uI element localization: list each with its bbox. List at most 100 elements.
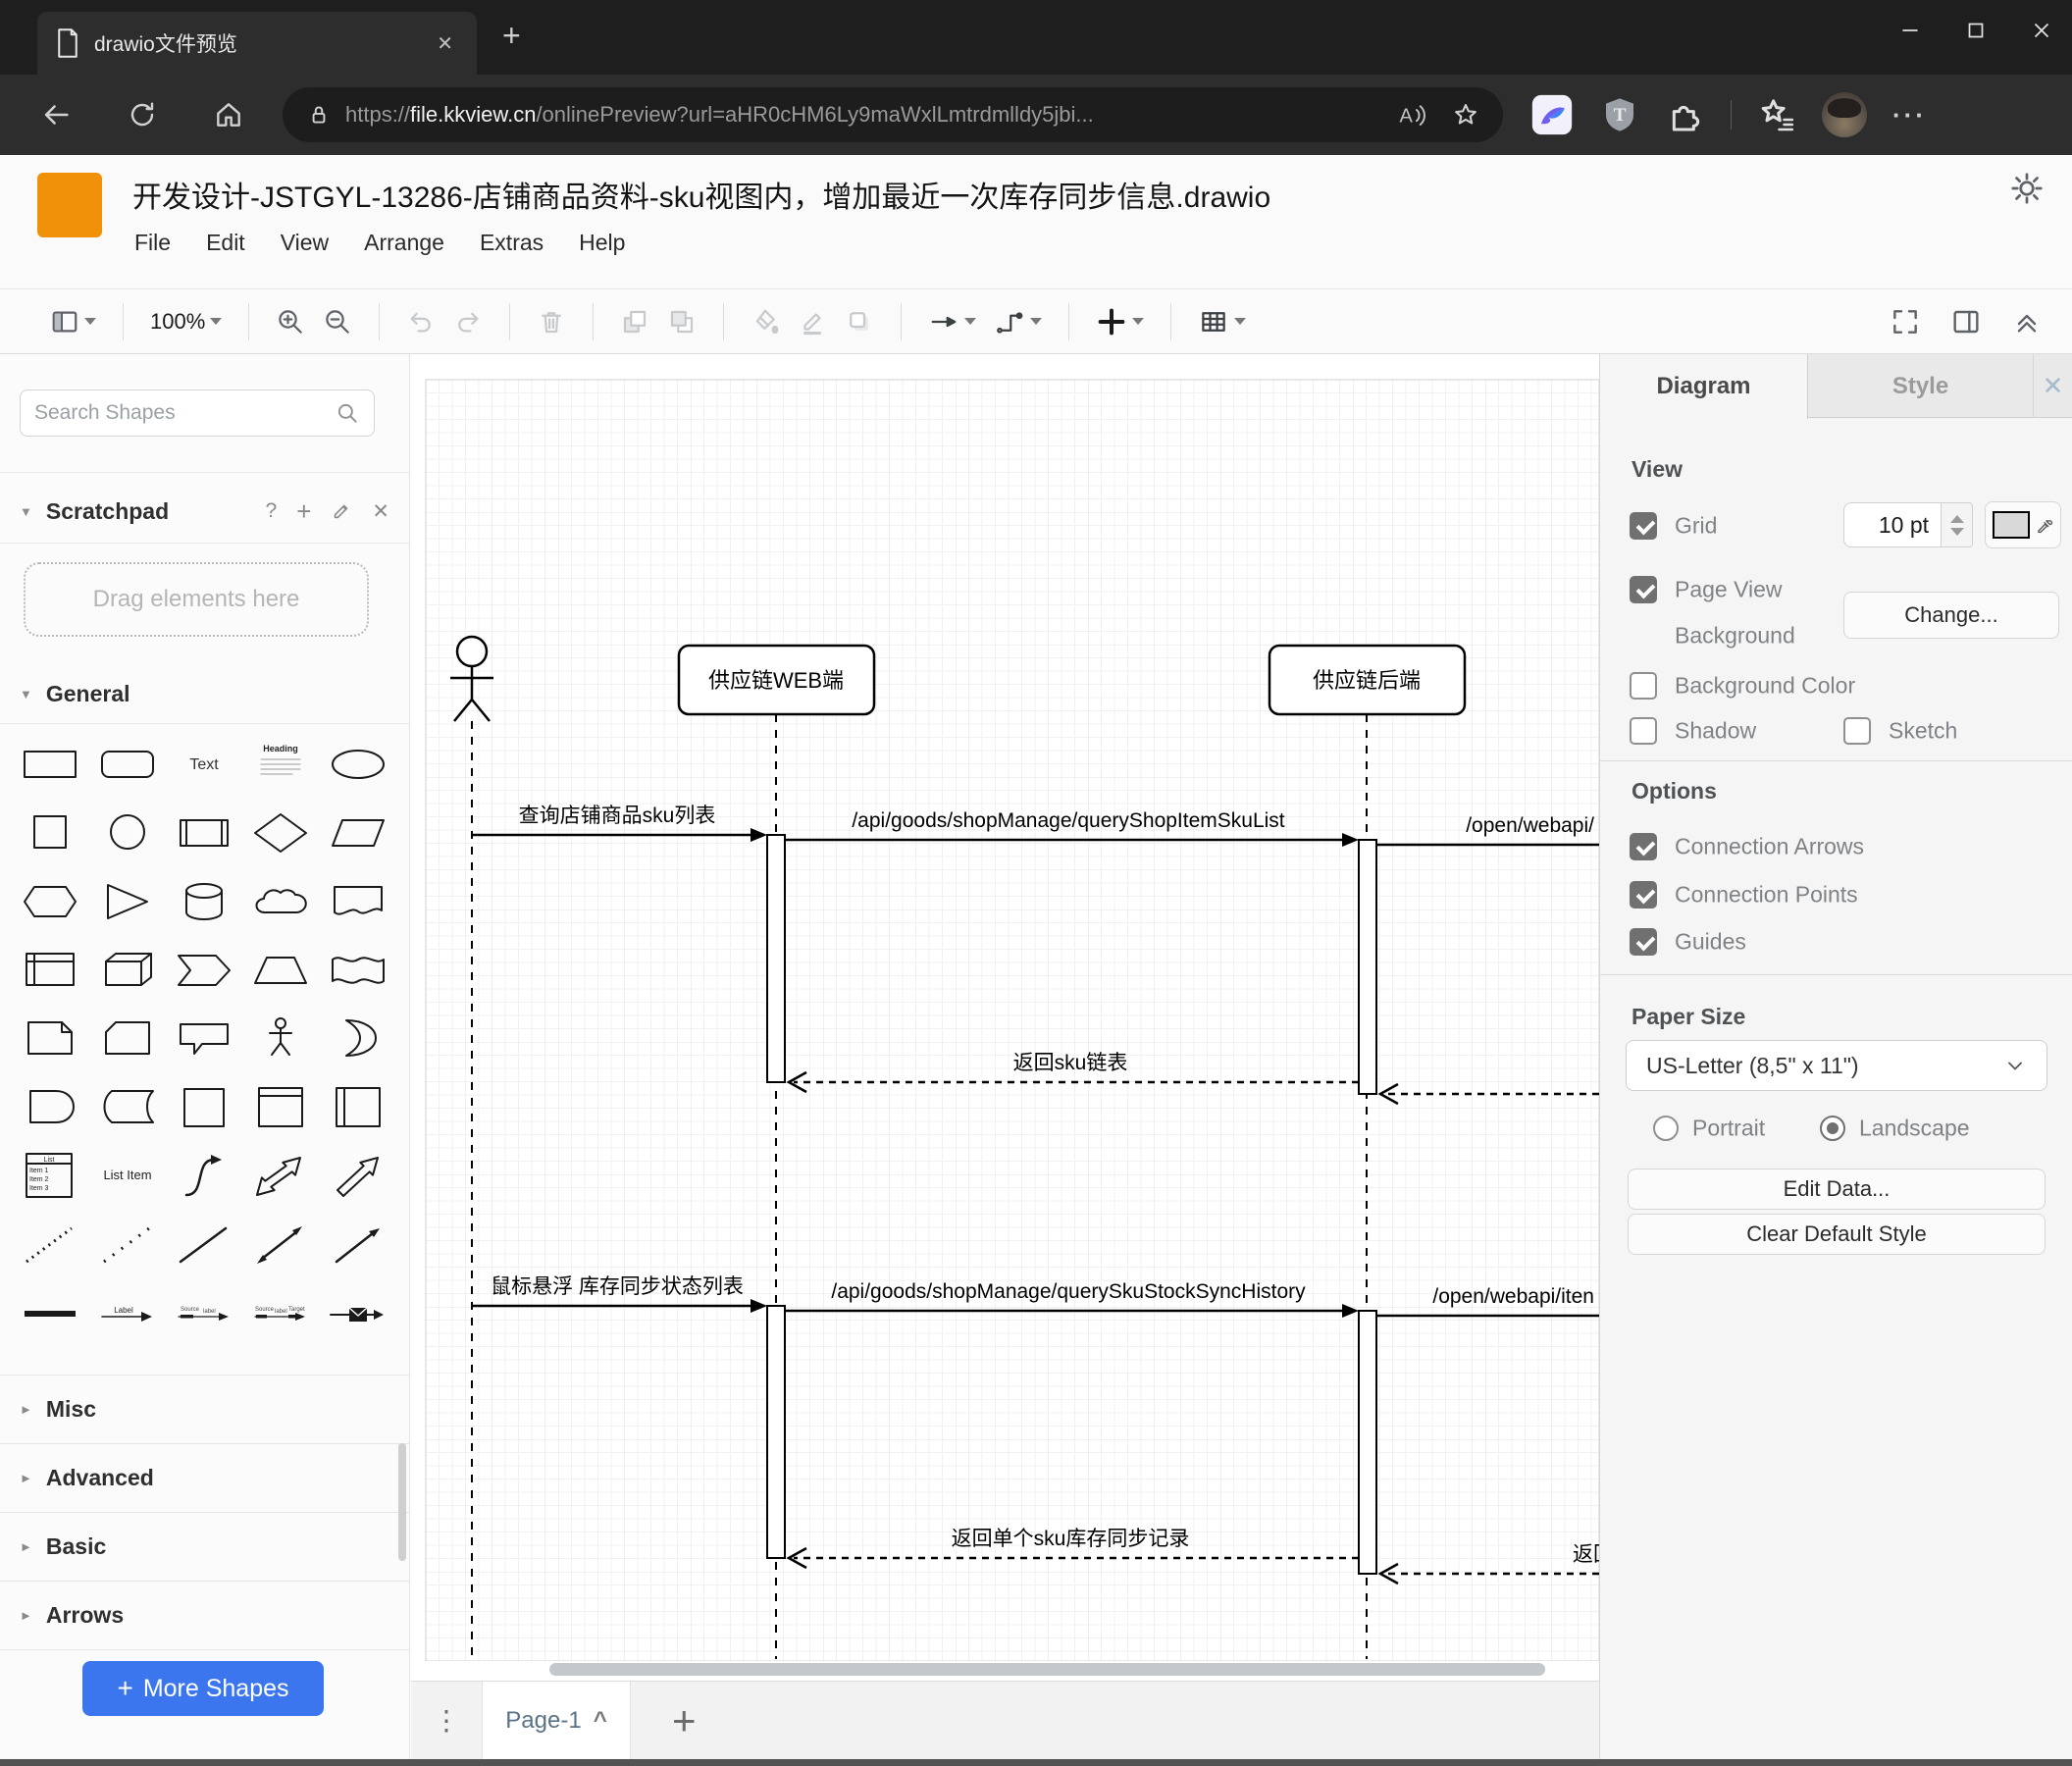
shape-arrow[interactable]: [320, 1149, 396, 1202]
shape-trapezoid[interactable]: [242, 943, 319, 996]
bird-extension-icon[interactable]: [1530, 93, 1574, 136]
shape-directional-connector[interactable]: [320, 1218, 396, 1271]
fullscreen-icon[interactable]: [1890, 306, 1921, 338]
menu-file[interactable]: File: [134, 230, 171, 256]
read-aloud-icon[interactable]: A: [1397, 100, 1426, 130]
sidebar-section-arrows[interactable]: ► Arrows: [0, 1581, 409, 1649]
scratchpad-dropzone[interactable]: Drag elements here: [24, 562, 369, 637]
grid-checkbox[interactable]: [1630, 512, 1657, 540]
window-close-button[interactable]: [2011, 0, 2072, 61]
clear-default-style-button[interactable]: Clear Default Style: [1628, 1214, 2046, 1255]
sketch-checkbox[interactable]: [1843, 717, 1871, 745]
shape-line[interactable]: [166, 1218, 242, 1271]
scratchpad-header[interactable]: ▼ Scratchpad ? + ✕: [0, 484, 409, 539]
shape-horizontal-divider[interactable]: [12, 1286, 88, 1339]
shape-note[interactable]: [12, 1012, 88, 1065]
back-icon[interactable]: [35, 94, 77, 135]
shape-list-item[interactable]: List Item: [88, 1149, 165, 1202]
shape-cloud[interactable]: [242, 874, 319, 927]
shape-arrow-envelope[interactable]: [320, 1286, 396, 1339]
menu-edit[interactable]: Edit: [206, 230, 245, 256]
lock-icon[interactable]: [306, 102, 332, 128]
refresh-icon[interactable]: [122, 94, 163, 135]
shape-and[interactable]: [12, 1080, 88, 1133]
tab-style[interactable]: Style: [1808, 354, 2034, 418]
more-shapes-button[interactable]: + More Shapes: [82, 1661, 324, 1716]
sidebar-section-misc[interactable]: ► Misc: [0, 1375, 409, 1443]
favorite-star-icon[interactable]: [1452, 101, 1479, 129]
grid-size-input[interactable]: 10 pt: [1843, 502, 1942, 547]
grid-color-button[interactable]: [1985, 501, 2061, 548]
tab-close-icon[interactable]: ✕: [431, 31, 459, 56]
sidebar-section-advanced[interactable]: ► Advanced: [0, 1443, 409, 1512]
shape-hexagon[interactable]: [12, 874, 88, 927]
shape-horizontal-container[interactable]: [320, 1080, 396, 1133]
favorites-list-icon[interactable]: [1757, 95, 1796, 134]
zoom-level-button[interactable]: 100%: [150, 309, 223, 335]
shape-text[interactable]: Text: [166, 737, 242, 790]
guides-checkbox[interactable]: [1630, 928, 1657, 956]
shape-data-storage[interactable]: [88, 1080, 165, 1133]
profile-avatar[interactable]: [1822, 92, 1867, 137]
browser-menu-icon[interactable]: ···: [1892, 100, 1927, 130]
lifeline-backend-box[interactable]: 供应链后端: [1268, 644, 1467, 716]
menu-arrange[interactable]: Arrange: [364, 230, 444, 256]
waypoint-style-button[interactable]: [994, 307, 1043, 337]
shape-link[interactable]: Source label: [166, 1286, 242, 1339]
grid-size-stepper[interactable]: [1942, 502, 1973, 547]
shape-parallelogram[interactable]: [320, 805, 396, 858]
lifeline-web-box[interactable]: 供应链WEB端: [677, 644, 876, 716]
page-tab[interactable]: Page-1 ^: [482, 1682, 631, 1759]
shape-diamond[interactable]: [242, 805, 319, 858]
scratchpad-help-icon[interactable]: ?: [266, 499, 278, 523]
paper-size-select[interactable]: US-Letter (8,5" x 11"): [1626, 1040, 2047, 1091]
new-tab-button[interactable]: +: [502, 18, 521, 54]
shape-tape[interactable]: [320, 943, 396, 996]
shape-bidirectional-arrow[interactable]: [242, 1149, 319, 1202]
shape-triangle[interactable]: [88, 874, 165, 927]
window-maximize-button[interactable]: [1945, 0, 2006, 61]
shape-search-box[interactable]: [20, 390, 375, 437]
scratchpad-edit-icon[interactable]: [331, 500, 352, 522]
shape-square[interactable]: [12, 805, 88, 858]
connection-points-checkbox[interactable]: [1630, 881, 1657, 909]
shape-vertical-container[interactable]: [242, 1080, 319, 1133]
browser-tab[interactable]: drawio文件预览 ✕: [37, 12, 477, 75]
shape-internal-storage[interactable]: [12, 943, 88, 996]
scratchpad-close-icon[interactable]: ✕: [372, 499, 389, 524]
shape-step[interactable]: [166, 943, 242, 996]
url-bar[interactable]: https://file.kkview.cn/onlinePreview?url…: [283, 87, 1503, 142]
shape-circle[interactable]: [88, 805, 165, 858]
tab-diagram[interactable]: Diagram: [1600, 354, 1808, 419]
scratchpad-add-icon[interactable]: +: [296, 496, 311, 527]
background-change-button[interactable]: Change...: [1843, 592, 2059, 639]
diagram-canvas[interactable]: 供应链WEB端 供应链后端 查询店铺商品sku列表 /api/goods/sho…: [411, 354, 1599, 1766]
page-view-checkbox[interactable]: [1630, 576, 1657, 603]
extensions-puzzle-icon[interactable]: [1666, 95, 1705, 134]
search-input[interactable]: [34, 401, 335, 425]
general-section-header[interactable]: ▼ General: [0, 666, 409, 721]
background-color-checkbox[interactable]: [1630, 672, 1657, 700]
shape-cylinder[interactable]: [166, 874, 242, 927]
shape-cube[interactable]: [88, 943, 165, 996]
shadow-checkbox[interactable]: [1630, 717, 1657, 745]
connection-arrows-checkbox[interactable]: [1630, 833, 1657, 860]
add-page-button[interactable]: +: [672, 1682, 697, 1759]
window-minimize-button[interactable]: [1880, 0, 1941, 61]
panels-toggle-button[interactable]: [50, 307, 96, 337]
collapse-toolbar-icon[interactable]: [2011, 306, 2043, 338]
zoom-in-button[interactable]: [276, 307, 305, 337]
shape-document[interactable]: [320, 874, 396, 927]
shape-list[interactable]: List Item 1 Item 2 Item 3: [12, 1149, 88, 1202]
search-icon[interactable]: [335, 400, 360, 426]
landscape-radio[interactable]: [1820, 1116, 1845, 1141]
menu-help[interactable]: Help: [579, 230, 625, 256]
shape-container[interactable]: [166, 1080, 242, 1133]
shape-callout[interactable]: [166, 1012, 242, 1065]
horizontal-scrollbar[interactable]: [549, 1663, 1545, 1676]
pages-menu-icon[interactable]: ⋮: [411, 1682, 482, 1759]
shape-textbox[interactable]: Heading: [242, 737, 319, 790]
panel-close-icon[interactable]: ✕: [2034, 354, 2072, 417]
edit-data-button[interactable]: Edit Data...: [1628, 1169, 2046, 1210]
tampermonkey-shield-icon[interactable]: T: [1599, 94, 1640, 135]
